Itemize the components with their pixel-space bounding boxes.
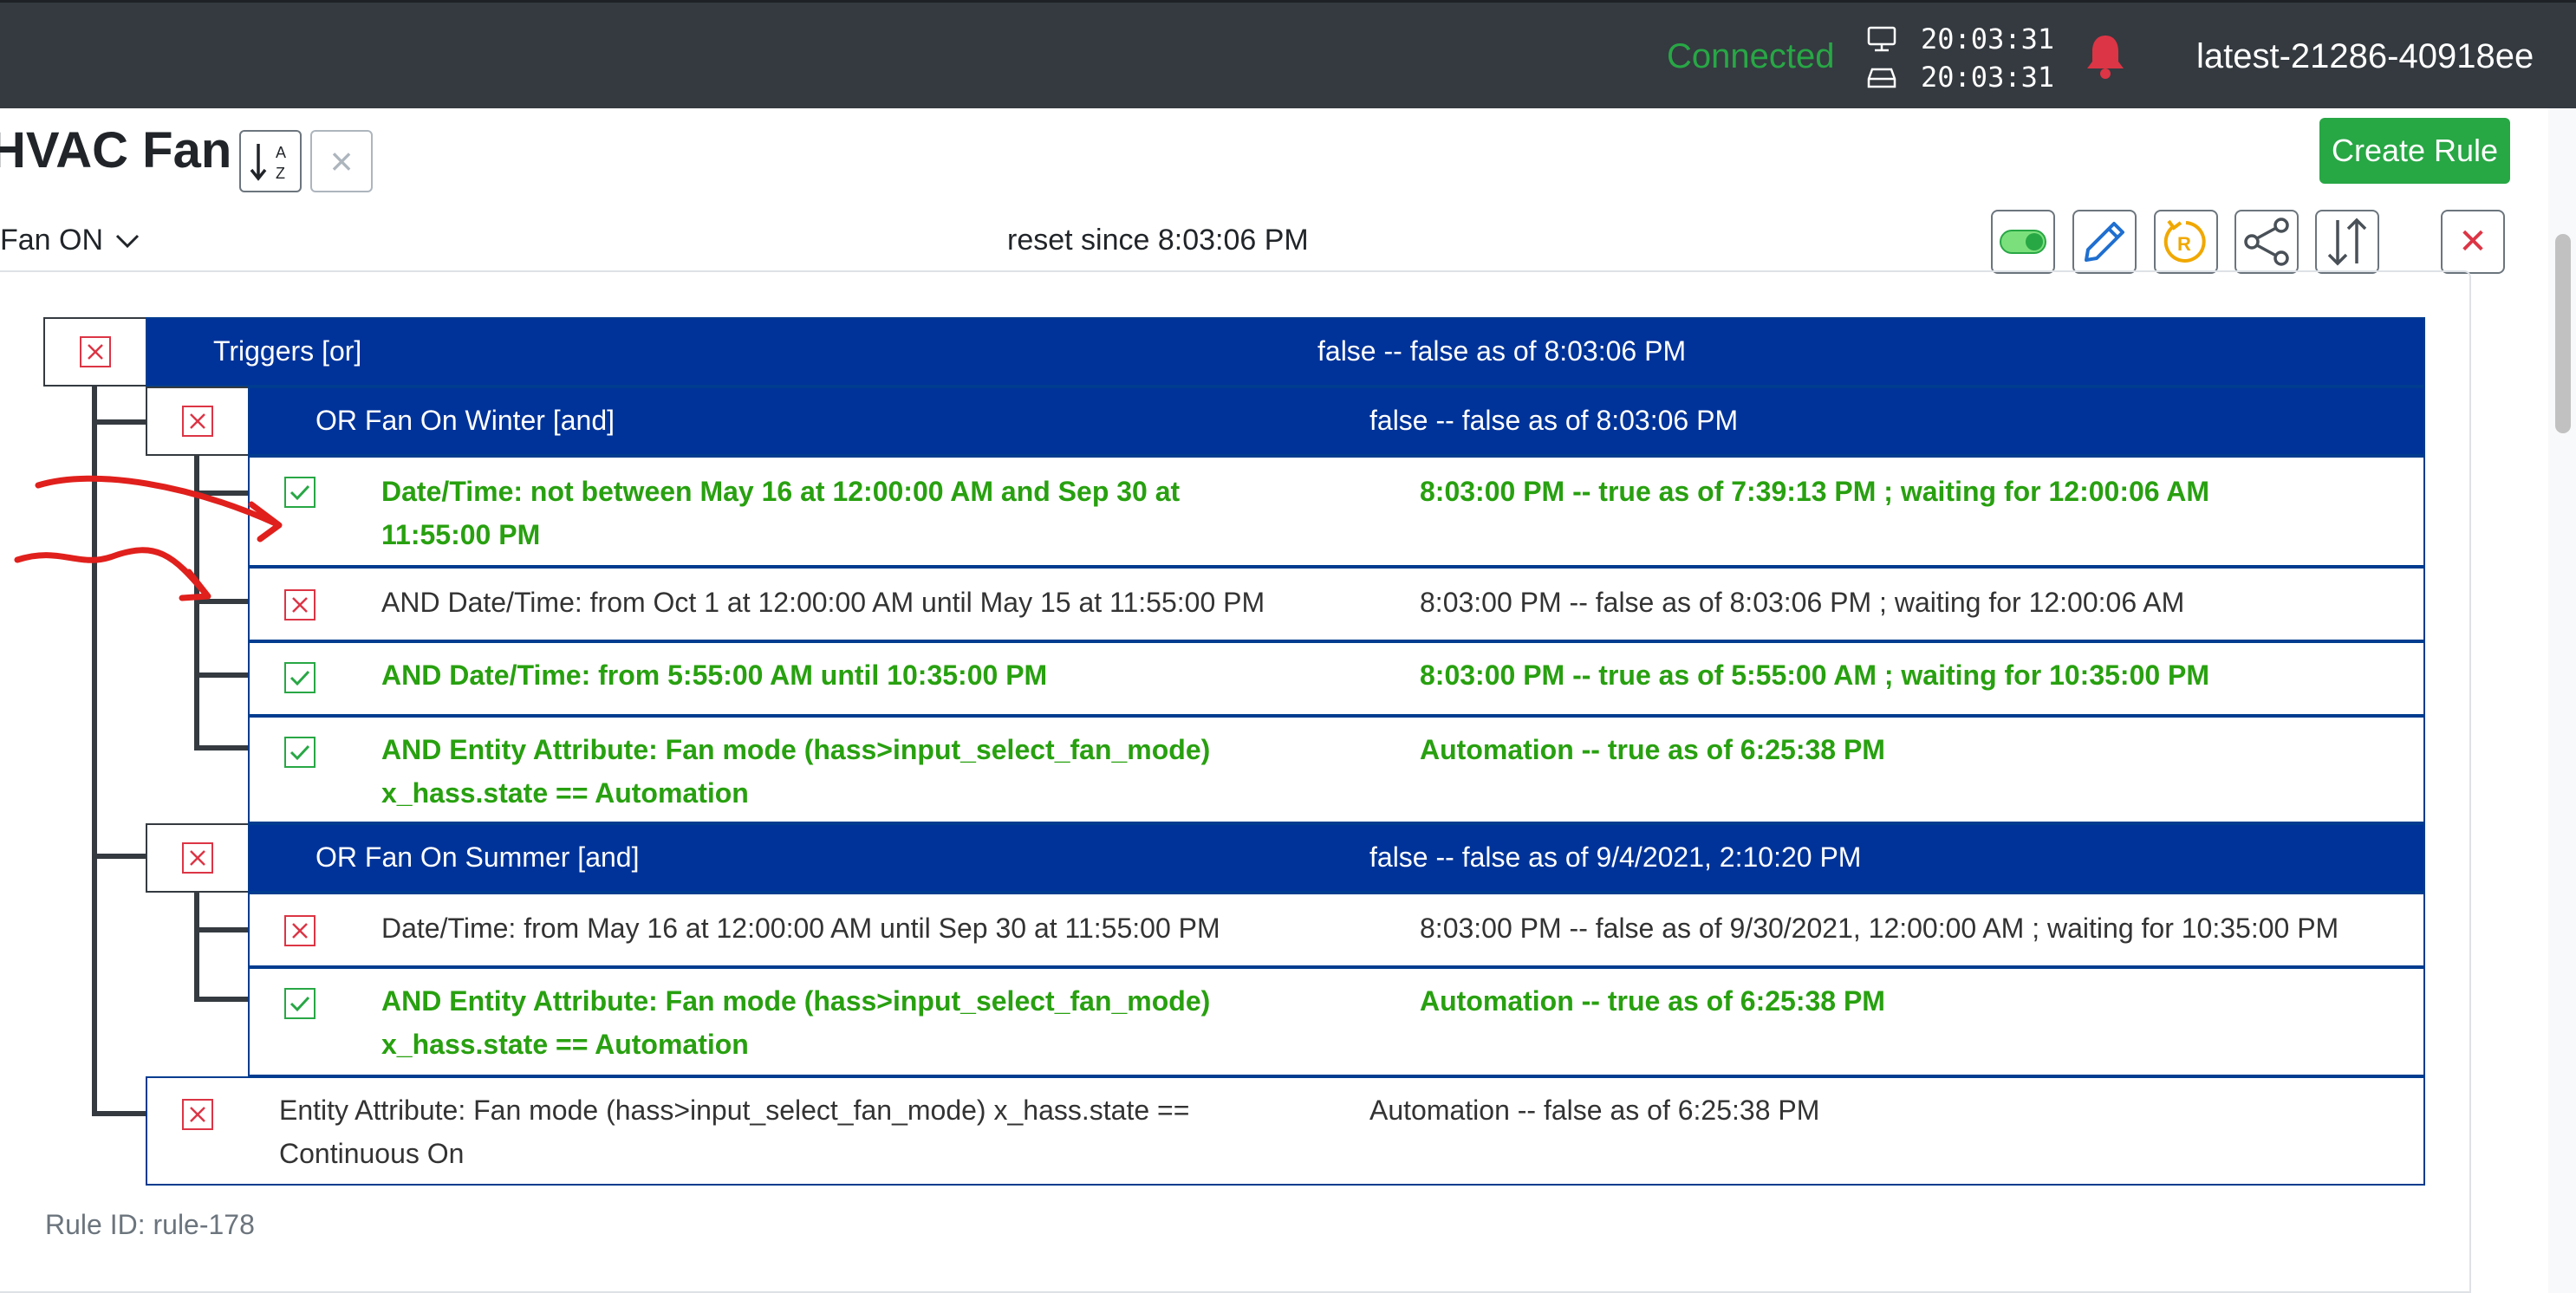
delete-rule-button[interactable]: ✕	[2441, 210, 2505, 274]
tree-line	[194, 893, 199, 1002]
condition-status: 8:03:00 PM -- true as of 7:39:13 PM ; wa…	[1420, 476, 2210, 507]
svg-text:Z: Z	[276, 165, 285, 182]
top-navbar: Connected 20:03:31 20:03:31 latest-21286…	[0, 0, 2576, 108]
reset-icon: R	[2163, 219, 2206, 263]
server-time: 20:03:31	[1921, 61, 2055, 94]
server-clock: 20:03:31	[1867, 60, 2054, 94]
condition-status: 8:03:00 PM -- false as of 9/30/2021, 12:…	[1420, 913, 2339, 944]
group-status: false -- false as of 8:03:06 PM	[1317, 335, 1687, 367]
group-label: OR Fan On Winter [and]	[315, 405, 615, 436]
tree-line	[194, 745, 248, 750]
toggle-icon	[2000, 230, 2046, 254]
checkbox-x-icon	[182, 1099, 213, 1130]
reorder-button[interactable]	[2315, 210, 2379, 274]
svg-text:A: A	[276, 144, 286, 161]
condition-text-cont: x_hass.state == Automation	[381, 777, 749, 809]
share-icon	[2244, 218, 2289, 266]
client-time: 20:03:31	[1921, 23, 2055, 55]
instance-name[interactable]: latest-21286-40918ee	[2196, 37, 2534, 76]
checkbox-checked-icon	[284, 737, 315, 768]
connection-status: Connected	[1667, 37, 1835, 75]
monitor-icon	[1867, 26, 1896, 52]
group-label: Triggers [or]	[213, 335, 362, 367]
enable-toggle-button[interactable]	[1991, 210, 2055, 274]
checkbox-checked-icon	[284, 662, 315, 693]
svg-text:R: R	[2177, 233, 2191, 255]
tree-line	[194, 997, 248, 1002]
checkbox-checked-icon	[284, 988, 315, 1019]
share-rule-button[interactable]	[2234, 210, 2299, 274]
tree-line	[92, 419, 146, 425]
condition-text: AND Date/Time: from 5:55:00 AM until 10:…	[381, 659, 1048, 691]
pencil-icon	[2085, 222, 2124, 262]
scrollbar-thumb[interactable]	[2555, 234, 2571, 433]
summer-state-cell	[146, 823, 250, 893]
edit-rule-button[interactable]	[2072, 210, 2137, 274]
create-rule-button[interactable]: Create Rule	[2319, 118, 2510, 184]
rule-selector[interactable]: Fan ON	[0, 224, 140, 257]
checkbox-x-icon	[284, 915, 315, 946]
condition-status: Automation -- true as of 6:25:38 PM	[1420, 734, 1885, 765]
condition-status: Automation -- false as of 6:25:38 PM	[1369, 1095, 1820, 1126]
winter-state-cell	[146, 387, 250, 456]
condition-status: 8:03:00 PM -- false as of 8:03:06 PM ; w…	[1420, 587, 2185, 618]
condition-text-cont: 11:55:00 PM	[381, 519, 541, 550]
clear-filter-button[interactable]: ×	[310, 130, 373, 192]
condition-text: Entity Attribute: Fan mode (hass>input_s…	[279, 1095, 1190, 1126]
condition-status: Automation -- true as of 6:25:38 PM	[1420, 985, 1885, 1017]
triggers-state-cell	[43, 317, 147, 387]
group-status: false -- false as of 8:03:06 PM	[1369, 405, 1739, 436]
tree-line	[194, 927, 248, 932]
rule-select-label: Fan ON	[0, 224, 104, 257]
tree-line	[92, 1111, 146, 1116]
checkbox-x-icon	[182, 406, 213, 437]
sort-az-icon: A Z	[250, 144, 286, 182]
page-title: HVAC Fan	[0, 122, 232, 179]
group-status: false -- false as of 9/4/2021, 2:10:20 P…	[1369, 841, 1862, 873]
condition-text: Date/Time: from May 16 at 12:00:00 AM un…	[381, 913, 1220, 944]
bell-icon[interactable]	[2084, 32, 2127, 81]
close-icon: ✕	[2458, 223, 2488, 261]
condition-text: AND Date/Time: from Oct 1 at 12:00:00 AM…	[381, 587, 1265, 618]
tree-line	[194, 672, 248, 678]
sort-az-button[interactable]: A Z	[239, 130, 302, 192]
triggers-header: Triggers [or] false -- false as of 8:03:…	[146, 317, 2425, 387]
annotation-arrows	[14, 475, 283, 601]
condition-text: Date/Time: not between May 16 at 12:00:0…	[381, 476, 1181, 507]
chevron-down-icon	[115, 234, 140, 248]
condition-text: AND Entity Attribute: Fan mode (hass>inp…	[381, 985, 1211, 1017]
condition-text-cont: Continuous On	[279, 1138, 465, 1169]
checkbox-x-icon	[80, 336, 111, 367]
summer-header: OR Fan On Summer [and] false -- false as…	[248, 823, 2425, 893]
condition-text-cont: x_hass.state == Automation	[381, 1029, 749, 1060]
winter-header: OR Fan On Winter [and] false -- false as…	[248, 387, 2425, 456]
rule-id: Rule ID: rule-178	[45, 1209, 255, 1240]
client-clock: 20:03:31	[1867, 22, 2054, 56]
tree-line	[92, 854, 146, 859]
sort-arrows-icon	[2327, 218, 2367, 266]
condition-text: AND Entity Attribute: Fan mode (hass>inp…	[381, 734, 1211, 765]
condition-status: 8:03:00 PM -- true as of 5:55:00 AM ; wa…	[1420, 659, 2210, 691]
group-label: OR Fan On Summer [and]	[315, 841, 640, 873]
server-icon	[1867, 68, 1896, 88]
reset-since-text: reset since 8:03:06 PM	[1007, 224, 1309, 257]
checkbox-x-icon	[182, 842, 213, 874]
reset-rule-button[interactable]: R	[2154, 210, 2218, 274]
